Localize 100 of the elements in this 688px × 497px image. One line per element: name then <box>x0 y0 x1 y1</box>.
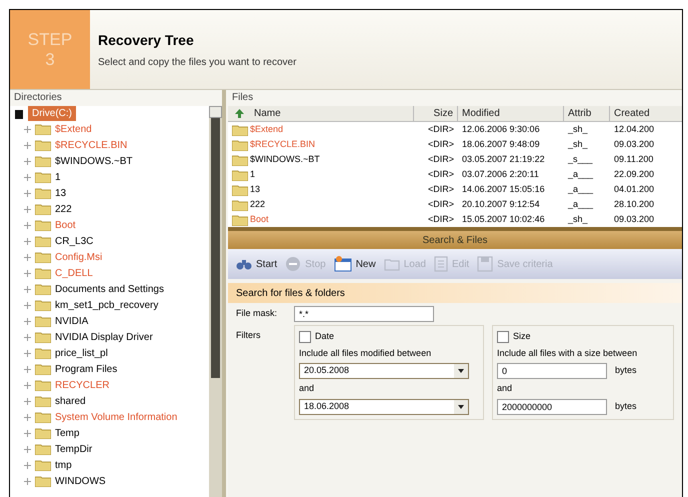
table-cell-text: 09.03.200 <box>613 212 656 226</box>
expander-icon[interactable] <box>24 430 31 436</box>
panel-title: Directories <box>13 91 63 105</box>
expander-icon[interactable] <box>24 158 31 164</box>
table-cell-text: _a___ <box>567 182 594 196</box>
tree-item[interactable]: km_set1_pcb_recovery <box>55 298 158 312</box>
expander-icon[interactable] <box>24 382 31 388</box>
tree-item[interactable]: 13 <box>55 186 66 200</box>
file-name[interactable]: $WINDOWS.~BT <box>250 152 320 166</box>
expander-icon[interactable] <box>24 126 31 132</box>
tree-item[interactable]: RECYCLER <box>55 378 110 392</box>
tree-item[interactable]: $WINDOWS.~BT <box>55 154 133 168</box>
column-header[interactable]: Size <box>414 106 458 121</box>
expander-icon[interactable] <box>24 206 31 212</box>
tree-item[interactable]: tmp <box>55 458 72 472</box>
date-select[interactable]: 20.05.2008 <box>299 363 469 379</box>
expander-icon[interactable] <box>24 302 31 308</box>
date-select[interactable]: 18.06.2008 <box>299 398 469 414</box>
expander-icon[interactable] <box>24 222 31 228</box>
folder-icon <box>35 395 51 407</box>
folder-icon <box>35 411 51 423</box>
expander-icon[interactable] <box>24 286 31 292</box>
stop-icon <box>285 256 302 272</box>
expander-icon[interactable] <box>24 478 31 484</box>
expander-icon[interactable] <box>24 414 31 420</box>
table-cell-text: 28.10.200 <box>613 198 656 211</box>
size-field[interactable]: 0 <box>497 363 607 379</box>
tree-item[interactable]: Boot <box>55 218 76 232</box>
table-cell-text: <DIR> <box>426 198 455 211</box>
file-name[interactable]: 13 <box>250 182 260 196</box>
tree-item[interactable]: 1 <box>55 170 61 184</box>
expander-icon[interactable] <box>24 142 31 148</box>
file-name[interactable]: 222 <box>250 198 266 212</box>
column-header[interactable]: Name <box>250 106 414 121</box>
tree-item[interactable]: NVIDIA Display Driver <box>55 330 153 344</box>
tree-item[interactable]: shared <box>55 394 86 408</box>
tree-item[interactable]: $Extend <box>55 122 92 136</box>
folder-icon <box>35 347 51 359</box>
folder-icon <box>35 459 51 471</box>
tree-item[interactable]: TempDir <box>55 442 92 456</box>
folder-icon <box>35 219 51 231</box>
binoculars-icon <box>236 257 252 271</box>
expander-icon[interactable] <box>24 174 31 180</box>
folder-icon <box>35 155 51 167</box>
expander-icon[interactable] <box>24 462 31 468</box>
folder-icon <box>35 203 51 215</box>
table-cell-text: <DIR> <box>426 152 455 166</box>
tree-item[interactable]: NVIDIA <box>55 314 88 328</box>
tree-item[interactable]: 222 <box>55 202 72 216</box>
tree-item[interactable]: WINDOWS <box>55 474 106 488</box>
file-name[interactable]: 1 <box>250 168 256 182</box>
expander-icon[interactable] <box>24 334 31 340</box>
expander-icon[interactable] <box>24 398 31 404</box>
caret-icon[interactable] <box>454 400 468 414</box>
step-label: STEP <box>28 30 72 50</box>
file-mask-field[interactable]: *.* <box>294 306 434 322</box>
table-cell-text: 09.11.200 <box>613 152 654 166</box>
toolbar-button[interactable]: New <box>334 256 376 272</box>
expander-icon[interactable] <box>24 238 31 244</box>
tree-item[interactable]: Documents and Settings <box>55 282 164 296</box>
expander-icon[interactable] <box>24 350 31 356</box>
tree-item[interactable]: $RECYCLE.BIN <box>55 138 128 152</box>
expander-icon[interactable] <box>24 366 31 372</box>
file-name[interactable]: $RECYCLE.BIN <box>250 138 316 152</box>
file-name[interactable]: Boot <box>250 212 269 226</box>
table-cell-text: _s___ <box>567 152 594 166</box>
checkbox[interactable] <box>299 330 311 343</box>
expander-icon[interactable] <box>24 254 31 260</box>
folder-icon <box>35 427 51 439</box>
tree-item[interactable]: System Volume Information <box>55 410 178 424</box>
folder-icon <box>35 123 51 135</box>
expander-icon[interactable] <box>24 270 31 276</box>
file-name[interactable]: $Extend <box>250 122 284 136</box>
expander-icon[interactable] <box>24 190 31 196</box>
tree-item[interactable]: C_DELL <box>55 266 93 280</box>
table-cell-text: _sh_ <box>567 138 589 151</box>
up-arrow-icon[interactable] <box>234 109 244 118</box>
tree-item[interactable]: Program Files <box>55 362 118 376</box>
folder-icon <box>232 154 248 166</box>
tree-item[interactable]: CR_L3C <box>55 234 94 248</box>
tree-item[interactable]: Temp <box>55 426 80 440</box>
expander-icon[interactable] <box>24 446 31 452</box>
section-title: Search for files & folders <box>236 286 345 300</box>
column-header[interactable]: Created <box>610 106 682 121</box>
checkbox-label: Date <box>315 330 334 343</box>
column-header[interactable]: Modified <box>458 106 564 121</box>
checkbox[interactable] <box>497 330 509 343</box>
column-header[interactable]: Attrib <box>564 106 610 121</box>
table-cell-text: _sh_ <box>567 122 589 136</box>
tree-item[interactable]: price_list_pl <box>55 346 108 360</box>
document-icon <box>434 256 448 272</box>
table-cell-text: <DIR> <box>426 138 455 151</box>
toolbar-button[interactable]: Start <box>236 256 278 272</box>
scrollbar[interactable] <box>209 106 222 497</box>
tree-item[interactable]: Config.Msi <box>55 250 102 264</box>
folder-icon <box>35 443 51 455</box>
expander-icon[interactable] <box>24 318 31 324</box>
size-field[interactable]: 2000000000 <box>497 398 607 414</box>
caret-icon[interactable] <box>454 364 468 378</box>
folder-icon <box>232 198 248 210</box>
